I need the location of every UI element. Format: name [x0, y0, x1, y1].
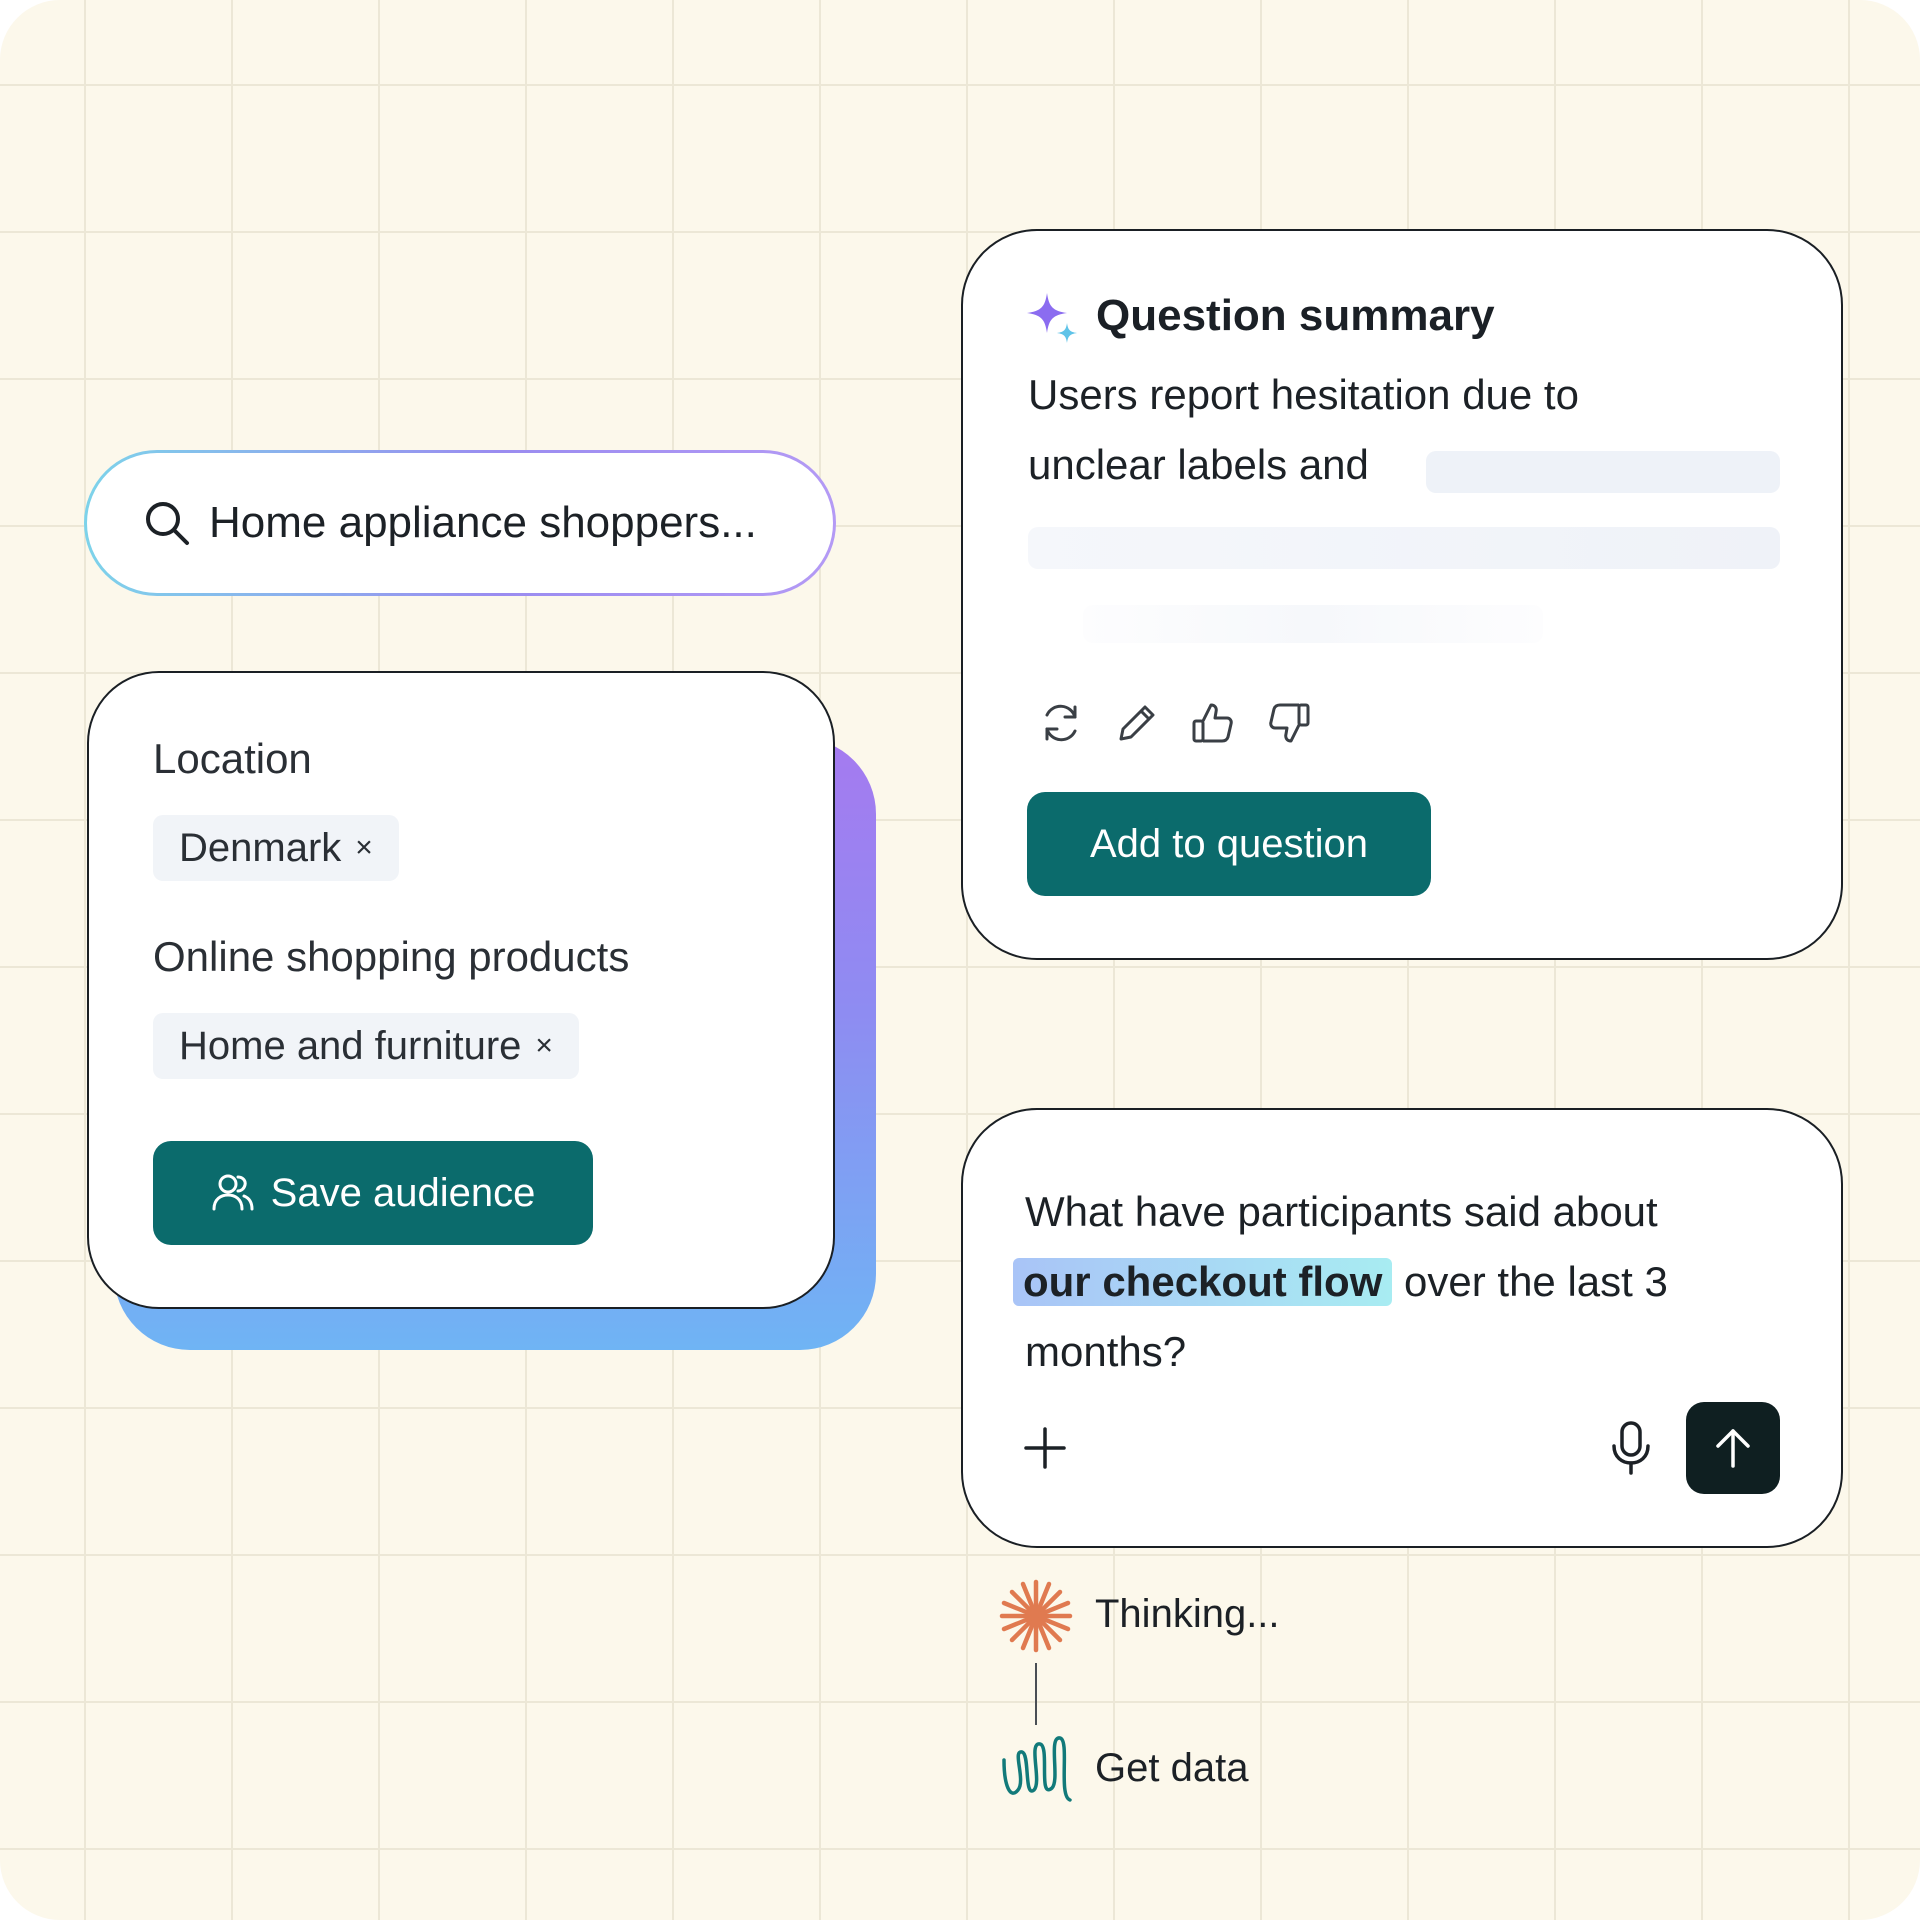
summary-text-line-1: Users report hesitation due to [1028, 371, 1579, 418]
step-connector-line [1035, 1663, 1037, 1725]
users-icon [211, 1171, 255, 1215]
get-data-step-label: Get data [1095, 1746, 1249, 1790]
question-text-line-2: our checkout flow over the last 3 [1013, 1258, 1668, 1306]
save-audience-label: Save audience [270, 1170, 536, 1215]
location-chip-label: Denmark [179, 825, 342, 870]
asterisk-icon [998, 1578, 1074, 1654]
search-bar-inner[interactable]: Home appliance shoppers... [87, 453, 833, 593]
products-chip-label: Home and furniture [179, 1023, 522, 1068]
pencil-icon[interactable] [1113, 699, 1161, 747]
highlighted-topic[interactable]: our checkout flow [1013, 1258, 1393, 1306]
question-summary-card: Question summary Users report hesitation… [961, 229, 1843, 960]
products-label: Online shopping products [153, 933, 630, 980]
question-text-line-2-rest: over the last 3 [1392, 1258, 1668, 1305]
products-chip[interactable]: Home and furniture × [153, 1013, 579, 1079]
thumbs-down-icon[interactable] [1265, 699, 1313, 747]
loading-skeleton-line [1426, 451, 1780, 493]
search-icon [143, 499, 191, 547]
send-button[interactable] [1686, 1402, 1780, 1494]
products-chip-remove-button[interactable]: × [535, 1029, 553, 1063]
arrow-up-icon [1711, 1426, 1755, 1470]
thumbs-up-icon[interactable] [1189, 699, 1237, 747]
question-text-line-1: What have participants said about [1025, 1188, 1658, 1235]
search-bar[interactable]: Home appliance shoppers... [84, 450, 836, 596]
question-summary-title: Question summary [1096, 291, 1495, 340]
location-chip-remove-button[interactable]: × [355, 831, 373, 865]
sparkle-icon [1025, 291, 1081, 347]
question-text-line-3: months? [1025, 1328, 1187, 1375]
audience-card: Location Denmark × Online shopping produ… [87, 671, 835, 1309]
thinking-step-label: Thinking... [1095, 1592, 1280, 1636]
refresh-icon[interactable] [1037, 699, 1085, 747]
loading-skeleton-line [1028, 527, 1780, 569]
summary-text-line-2: unclear labels and [1028, 441, 1369, 488]
squiggle-icon [998, 1730, 1074, 1806]
location-chip[interactable]: Denmark × [153, 815, 399, 881]
plus-icon[interactable] [1023, 1426, 1067, 1470]
search-input-text[interactable]: Home appliance shoppers... [209, 498, 757, 548]
loading-skeleton-line [1083, 605, 1543, 643]
add-to-question-label: Add to question [1090, 821, 1368, 866]
save-audience-button[interactable]: Save audience [153, 1141, 593, 1245]
location-label: Location [153, 735, 312, 782]
add-to-question-button[interactable]: Add to question [1027, 792, 1431, 896]
canvas: Home appliance shoppers... Location Denm… [0, 0, 1920, 1920]
microphone-icon[interactable] [1607, 1420, 1655, 1476]
question-input-card[interactable]: What have participants said about our ch… [961, 1108, 1843, 1548]
